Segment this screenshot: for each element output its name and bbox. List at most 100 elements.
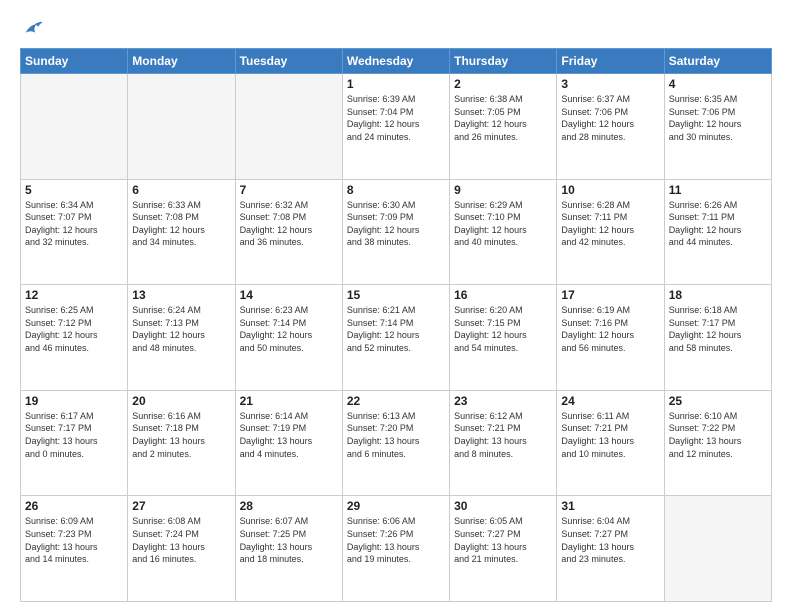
calendar-cell: 31 Sunrise: 6:04 AMSunset: 7:27 PMDayligh… <box>557 496 664 602</box>
calendar-cell: 30 Sunrise: 6:05 AMSunset: 7:27 PMDayligh… <box>450 496 557 602</box>
calendar-cell: 28 Sunrise: 6:07 AMSunset: 7:25 PMDayligh… <box>235 496 342 602</box>
day-info: Sunrise: 6:05 AMSunset: 7:27 PMDaylight:… <box>454 515 552 565</box>
calendar-cell: 23 Sunrise: 6:12 AMSunset: 7:21 PMDayligh… <box>450 390 557 496</box>
day-number: 15 <box>347 288 445 302</box>
calendar-cell: 19 Sunrise: 6:17 AMSunset: 7:17 PMDayligh… <box>21 390 128 496</box>
calendar-cell: 1Sunrise: 6:39 AMSunset: 7:04 PMDaylight… <box>342 74 449 180</box>
day-info: Sunrise: 6:21 AMSunset: 7:14 PMDaylight:… <box>347 304 445 354</box>
day-number: 11 <box>669 183 767 197</box>
day-header-tuesday: Tuesday <box>235 49 342 74</box>
day-number: 26 <box>25 499 123 513</box>
day-number: 2 <box>454 77 552 91</box>
day-info: Sunrise: 6:07 AMSunset: 7:25 PMDaylight:… <box>240 515 338 565</box>
calendar-week-1: 1Sunrise: 6:39 AMSunset: 7:04 PMDaylight… <box>21 74 772 180</box>
calendar-cell: 15 Sunrise: 6:21 AMSunset: 7:14 PMDayligh… <box>342 285 449 391</box>
day-number: 25 <box>669 394 767 408</box>
calendar-cell: 26 Sunrise: 6:09 AMSunset: 7:23 PMDayligh… <box>21 496 128 602</box>
day-info: Sunrise: 6:34 AMSunset: 7:07 PMDaylight:… <box>25 199 123 249</box>
calendar-cell <box>21 74 128 180</box>
day-info: Sunrise: 6:30 AMSunset: 7:09 PMDaylight:… <box>347 199 445 249</box>
day-info: Sunrise: 6:18 AMSunset: 7:17 PMDaylight:… <box>669 304 767 354</box>
day-number: 18 <box>669 288 767 302</box>
calendar-week-2: 5 Sunrise: 6:34 AMSunset: 7:07 PMDaylight… <box>21 179 772 285</box>
calendar-cell: 14 Sunrise: 6:23 AMSunset: 7:14 PMDayligh… <box>235 285 342 391</box>
day-info: Sunrise: 6:08 AMSunset: 7:24 PMDaylight:… <box>132 515 230 565</box>
day-info: Sunrise: 6:24 AMSunset: 7:13 PMDaylight:… <box>132 304 230 354</box>
day-info: Sunrise: 6:04 AMSunset: 7:27 PMDaylight:… <box>561 515 659 565</box>
calendar-cell: 27 Sunrise: 6:08 AMSunset: 7:24 PMDayligh… <box>128 496 235 602</box>
day-number: 14 <box>240 288 338 302</box>
calendar-cell: 6 Sunrise: 6:33 AMSunset: 7:08 PMDaylight… <box>128 179 235 285</box>
day-number: 28 <box>240 499 338 513</box>
day-info: Sunrise: 6:11 AMSunset: 7:21 PMDaylight:… <box>561 410 659 460</box>
day-number: 16 <box>454 288 552 302</box>
day-info: Sunrise: 6:19 AMSunset: 7:16 PMDaylight:… <box>561 304 659 354</box>
day-number: 13 <box>132 288 230 302</box>
day-number: 12 <box>25 288 123 302</box>
calendar-cell: 29 Sunrise: 6:06 AMSunset: 7:26 PMDayligh… <box>342 496 449 602</box>
calendar-cell: 17 Sunrise: 6:19 AMSunset: 7:16 PMDayligh… <box>557 285 664 391</box>
calendar-cell: 18 Sunrise: 6:18 AMSunset: 7:17 PMDayligh… <box>664 285 771 391</box>
day-number: 20 <box>132 394 230 408</box>
day-info: Sunrise: 6:23 AMSunset: 7:14 PMDaylight:… <box>240 304 338 354</box>
day-number: 6 <box>132 183 230 197</box>
day-number: 30 <box>454 499 552 513</box>
day-info: Sunrise: 6:29 AMSunset: 7:10 PMDaylight:… <box>454 199 552 249</box>
day-header-saturday: Saturday <box>664 49 771 74</box>
day-info: Sunrise: 6:38 AMSunset: 7:05 PMDaylight:… <box>454 93 552 143</box>
calendar-cell: 9 Sunrise: 6:29 AMSunset: 7:10 PMDaylight… <box>450 179 557 285</box>
day-info: Sunrise: 6:25 AMSunset: 7:12 PMDaylight:… <box>25 304 123 354</box>
day-number: 8 <box>347 183 445 197</box>
calendar-header-row: SundayMondayTuesdayWednesdayThursdayFrid… <box>21 49 772 74</box>
calendar-cell: 21 Sunrise: 6:14 AMSunset: 7:19 PMDayligh… <box>235 390 342 496</box>
day-number: 27 <box>132 499 230 513</box>
day-number: 23 <box>454 394 552 408</box>
day-info: Sunrise: 6:35 AMSunset: 7:06 PMDaylight:… <box>669 93 767 143</box>
calendar-cell: 20 Sunrise: 6:16 AMSunset: 7:18 PMDayligh… <box>128 390 235 496</box>
calendar-cell: 12 Sunrise: 6:25 AMSunset: 7:12 PMDayligh… <box>21 285 128 391</box>
day-number: 4 <box>669 77 767 91</box>
day-number: 22 <box>347 394 445 408</box>
day-info: Sunrise: 6:06 AMSunset: 7:26 PMDaylight:… <box>347 515 445 565</box>
day-info: Sunrise: 6:13 AMSunset: 7:20 PMDaylight:… <box>347 410 445 460</box>
day-header-sunday: Sunday <box>21 49 128 74</box>
calendar-cell: 11Sunrise: 6:26 AMSunset: 7:11 PMDayligh… <box>664 179 771 285</box>
day-number: 29 <box>347 499 445 513</box>
day-number: 3 <box>561 77 659 91</box>
calendar-week-4: 19 Sunrise: 6:17 AMSunset: 7:17 PMDayligh… <box>21 390 772 496</box>
day-header-thursday: Thursday <box>450 49 557 74</box>
day-info: Sunrise: 6:20 AMSunset: 7:15 PMDaylight:… <box>454 304 552 354</box>
calendar-cell: 24 Sunrise: 6:11 AMSunset: 7:21 PMDayligh… <box>557 390 664 496</box>
day-number: 24 <box>561 394 659 408</box>
calendar-cell: 4 Sunrise: 6:35 AMSunset: 7:06 PMDaylight… <box>664 74 771 180</box>
calendar-cell: 22 Sunrise: 6:13 AMSunset: 7:20 PMDayligh… <box>342 390 449 496</box>
calendar-cell: 13 Sunrise: 6:24 AMSunset: 7:13 PMDayligh… <box>128 285 235 391</box>
header <box>20 18 772 40</box>
day-header-wednesday: Wednesday <box>342 49 449 74</box>
day-number: 31 <box>561 499 659 513</box>
day-number: 17 <box>561 288 659 302</box>
day-number: 21 <box>240 394 338 408</box>
day-info: Sunrise: 6:16 AMSunset: 7:18 PMDaylight:… <box>132 410 230 460</box>
calendar: SundayMondayTuesdayWednesdayThursdayFrid… <box>20 48 772 602</box>
day-number: 5 <box>25 183 123 197</box>
day-info: Sunrise: 6:33 AMSunset: 7:08 PMDaylight:… <box>132 199 230 249</box>
day-number: 9 <box>454 183 552 197</box>
day-info: Sunrise: 6:14 AMSunset: 7:19 PMDaylight:… <box>240 410 338 460</box>
day-info: Sunrise: 6:09 AMSunset: 7:23 PMDaylight:… <box>25 515 123 565</box>
day-number: 7 <box>240 183 338 197</box>
day-info: Sunrise: 6:28 AMSunset: 7:11 PMDaylight:… <box>561 199 659 249</box>
day-header-friday: Friday <box>557 49 664 74</box>
calendar-cell: 7 Sunrise: 6:32 AMSunset: 7:08 PMDaylight… <box>235 179 342 285</box>
calendar-cell: 5 Sunrise: 6:34 AMSunset: 7:07 PMDaylight… <box>21 179 128 285</box>
page: SundayMondayTuesdayWednesdayThursdayFrid… <box>0 0 792 612</box>
day-info: Sunrise: 6:12 AMSunset: 7:21 PMDaylight:… <box>454 410 552 460</box>
calendar-cell: 10 Sunrise: 6:28 AMSunset: 7:11 PMDayligh… <box>557 179 664 285</box>
day-info: Sunrise: 6:17 AMSunset: 7:17 PMDaylight:… <box>25 410 123 460</box>
day-number: 19 <box>25 394 123 408</box>
day-info: Sunrise: 6:32 AMSunset: 7:08 PMDaylight:… <box>240 199 338 249</box>
day-info: Sunrise: 6:37 AMSunset: 7:06 PMDaylight:… <box>561 93 659 143</box>
calendar-cell <box>235 74 342 180</box>
calendar-week-3: 12 Sunrise: 6:25 AMSunset: 7:12 PMDayligh… <box>21 285 772 391</box>
day-number: 10 <box>561 183 659 197</box>
